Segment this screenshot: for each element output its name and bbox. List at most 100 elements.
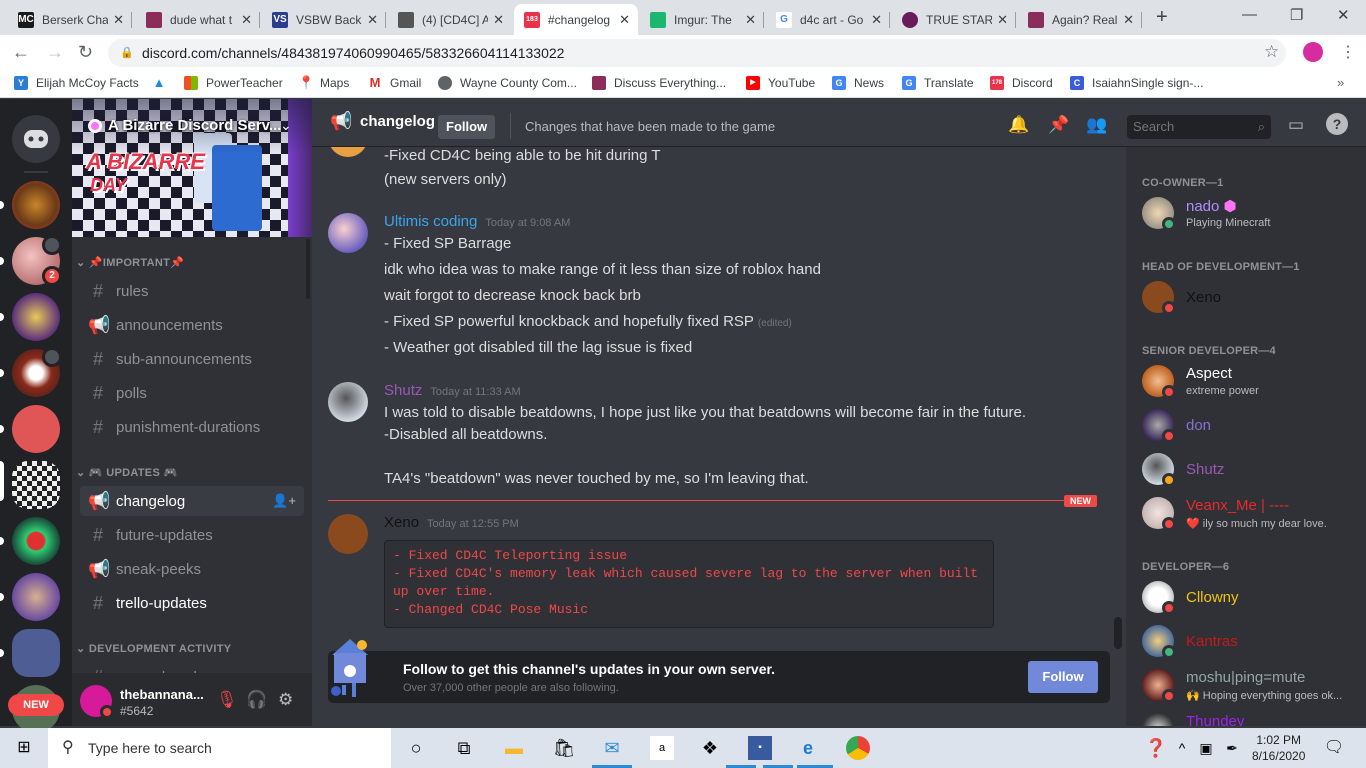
browser-tab[interactable]: VS VSBW Back ✕ [262, 4, 386, 35]
bookmark-item[interactable]: G Translate [902, 76, 974, 90]
mute-microphone-icon[interactable]: 🎙 [216, 690, 238, 710]
system-clock[interactable]: 1:02 PM 8/16/2020 [1252, 732, 1305, 764]
server-icon[interactable] [12, 517, 60, 565]
server-icon[interactable] [12, 573, 60, 621]
new-tab-button[interactable]: + [1156, 6, 1168, 29]
sidebar-scrollbar[interactable] [306, 239, 310, 299]
server-icon[interactable] [12, 181, 60, 229]
url-bar[interactable]: 🔒 discord.com/channels/484381974060990465… [108, 39, 1286, 67]
message-author[interactable]: Shutz [384, 382, 422, 399]
channel-rules[interactable]: # rules [80, 276, 304, 306]
chrome-icon[interactable] [846, 736, 870, 760]
bookmark-item[interactable]: ▶ YouTube [746, 76, 815, 90]
close-tab-icon[interactable]: ✕ [619, 12, 630, 28]
back-button[interactable]: ← [12, 42, 30, 63]
headphones-icon[interactable]: 🎧 [246, 690, 267, 710]
category-development-activity[interactable]: ⌄ DEVELOPMENT ACTIVITY [76, 642, 231, 655]
channel-sub-announcements[interactable]: # sub-announcements [80, 344, 304, 374]
home-button[interactable] [12, 115, 60, 163]
browser-tab[interactable]: Imgur: The ✕ [640, 4, 764, 35]
channel-punishment-durations[interactable]: # punishment-durations [80, 412, 304, 442]
bookmark-item[interactable]: G News [832, 76, 884, 90]
server-icon[interactable] [12, 293, 60, 341]
member-item[interactable]: Aspect extreme power [1142, 361, 1362, 403]
member-item[interactable]: nado ⬢ Playing Minecraft [1142, 193, 1362, 235]
browser-tab[interactable]: dude what t ✕ [136, 4, 260, 35]
member-item[interactable]: Xeno [1142, 277, 1362, 319]
member-item[interactable]: moshu|ping=mute 🙌 Hoping everything goes… [1142, 665, 1362, 707]
search-input[interactable]: Search ⌕ [1127, 115, 1271, 139]
restore-button[interactable]: ❐ [1290, 6, 1303, 24]
reload-button[interactable]: ↻ [78, 42, 93, 63]
close-tab-icon[interactable]: ✕ [745, 12, 756, 28]
browser-tab[interactable]: MC Berserk Cha ✕ [8, 4, 132, 35]
new-servers-badge[interactable]: NEW [8, 694, 64, 716]
close-tab-icon[interactable]: ✕ [241, 12, 252, 28]
server-icon[interactable] [12, 405, 60, 453]
bookmark-item[interactable]: Y Elijah McCoy Facts [14, 76, 139, 90]
message-author[interactable]: Xeno [384, 514, 419, 531]
browser-tab[interactable]: (4) [CD4C] A ✕ [388, 4, 512, 35]
bookmark-item[interactable]: 📍 Maps [298, 76, 349, 91]
help-tray-icon[interactable]: ❓ [1144, 736, 1168, 760]
browser-tab[interactable]: Again? Real ✕ [1018, 4, 1142, 35]
avatar[interactable] [328, 213, 368, 253]
bookmark-star-icon[interactable]: ☆ [1264, 42, 1279, 62]
category-updates[interactable]: ⌄ 🎮 UPDATES 🎮 [76, 466, 177, 479]
pin-icon[interactable]: 📌 [1048, 115, 1069, 135]
close-tab-icon[interactable]: ✕ [367, 12, 378, 28]
browser-tab[interactable]: TRUE STAR ✕ [892, 4, 1016, 35]
server-name-header[interactable]: A Bizarre Discord Serv... [88, 117, 281, 134]
bookmark-item[interactable]: Wayne County Com... [438, 76, 577, 90]
close-window-button[interactable]: ✕ [1337, 6, 1350, 24]
bookmark-item[interactable]: M Gmail [368, 76, 422, 91]
tray-app-icon[interactable]: ▣ [1194, 736, 1218, 760]
member-item[interactable]: Kantras [1142, 621, 1362, 663]
windows-start-icon[interactable]: ⊞ [12, 736, 36, 760]
taskbar-search-input[interactable]: ⚲ Type here to search [48, 728, 391, 768]
follow-channel-button[interactable]: Follow [1028, 661, 1098, 693]
invite-user-icon[interactable]: 👤+ [272, 493, 296, 509]
category-important[interactable]: ⌄ 📌IMPORTANT📌 [76, 256, 184, 269]
forward-button[interactable]: → [46, 42, 64, 63]
chevron-down-icon[interactable]: ⌄ [280, 117, 292, 134]
bookmark-item[interactable]: Discuss Everything... [592, 76, 726, 90]
notification-icon[interactable]: 🗨 [1322, 736, 1346, 760]
close-tab-icon[interactable]: ✕ [1123, 12, 1134, 28]
help-icon[interactable]: ? [1326, 113, 1348, 135]
app-icon[interactable]: ▪ [748, 736, 772, 760]
channel-future-updates[interactable]: # future-updates [80, 520, 304, 550]
bell-icon[interactable]: 🔔 [1008, 115, 1029, 135]
member-list-icon[interactable]: 👥 [1086, 115, 1107, 135]
file-explorer-icon[interactable]: ▬ [502, 736, 526, 760]
channel-changelog[interactable]: 📢 changelog 👤+ [80, 486, 304, 516]
amazon-icon[interactable]: a [650, 736, 674, 760]
close-tab-icon[interactable]: ✕ [871, 12, 882, 28]
member-item[interactable]: Thundey [1142, 709, 1362, 726]
follow-button[interactable]: Follow [438, 115, 496, 139]
edge-icon[interactable]: e [796, 736, 820, 760]
pen-icon[interactable]: ✒ [1220, 736, 1244, 760]
avatar[interactable] [328, 382, 368, 422]
member-item[interactable]: Cllowny [1142, 577, 1362, 619]
bookmark-item[interactable]: PowerTeacher [184, 76, 283, 90]
task-view-icon[interactable]: ⧉ [452, 736, 476, 760]
minimize-button[interactable]: — [1242, 6, 1257, 23]
cortana-icon[interactable]: ○ [404, 736, 428, 760]
message-author[interactable]: Ultimis coding [384, 213, 477, 230]
channel-polls[interactable]: # polls [80, 378, 304, 408]
channel-sneak-peeks[interactable]: 📢 sneak-peeks [80, 554, 304, 584]
bookmark-item[interactable]: 178 Discord [990, 76, 1053, 90]
avatar[interactable] [328, 514, 368, 554]
mail-icon[interactable]: ✉ [600, 736, 624, 760]
browser-tab-active[interactable]: 183 #changelog ✕ [514, 4, 638, 35]
dropbox-icon[interactable]: ❖ [698, 736, 722, 760]
store-icon[interactable]: 🛍 [552, 736, 576, 760]
menu-kebab-icon[interactable]: ⋮ [1340, 42, 1356, 62]
channel-announcements[interactable]: 📢 announcements [80, 310, 304, 340]
gear-icon[interactable]: ⚙ [278, 690, 293, 710]
member-item[interactable]: Veanx_Me | ---- ❤️ ily so much my dear l… [1142, 493, 1362, 535]
close-tab-icon[interactable]: ✕ [493, 12, 504, 28]
member-item[interactable]: don [1142, 405, 1362, 447]
close-tab-icon[interactable]: ✕ [997, 12, 1008, 28]
